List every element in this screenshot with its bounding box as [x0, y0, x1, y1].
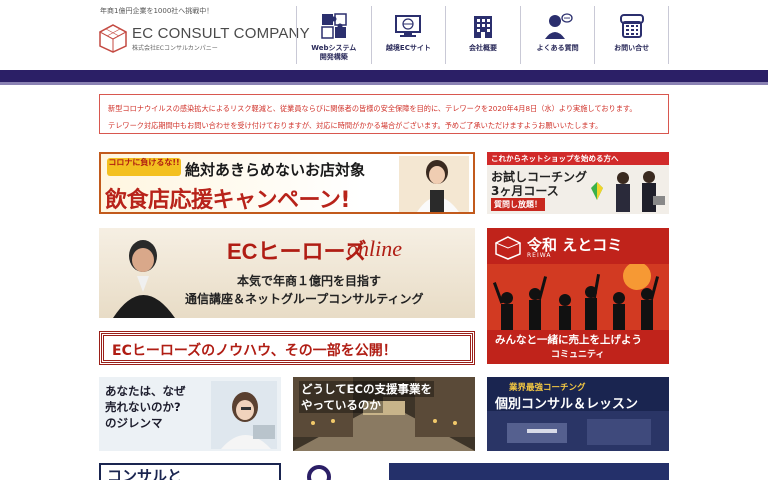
person-question-icon: [543, 12, 573, 40]
reiwa-sub: REIWA: [527, 252, 552, 259]
nav-item-web-system[interactable]: Webシステム 開発構築: [296, 6, 371, 64]
restaurant-line-2: 飲食店応援キャンペーン!: [105, 188, 350, 213]
building-icon: [468, 12, 498, 40]
trial-title-2: 3ヶ月コース: [491, 184, 559, 198]
nav-item-faq[interactable]: よくある質問: [519, 6, 595, 64]
consult-main: 個別コンサル＆レッスン: [495, 397, 639, 412]
bottom-dark-banner[interactable]: [389, 463, 669, 480]
monitor-globe-icon: [393, 12, 423, 40]
bottom-text: コンサルと: [107, 467, 183, 480]
knowhow-text: ECヒーローズのノウハウ、その一部を公開！: [112, 343, 397, 359]
header-tagline: 年商1億円企業を1000社へ挑戦中！: [100, 7, 214, 15]
crowd-silhouette-image: [487, 264, 669, 330]
presenter-image: [113, 240, 175, 318]
site-header: 年商1億円企業を1000社へ挑戦中！ EC CONSULT COMPANY 株式…: [0, 0, 768, 70]
consult-pre: 業界最強コーチング: [509, 383, 586, 393]
meeting-image: [487, 411, 669, 451]
trial-tag: 質問し放題！: [491, 198, 545, 211]
puzzle-icon: [319, 12, 349, 40]
main-nav: Webシステム 開発構築 越境ECサイト 会社概要 よくある質問 お問い合せ: [296, 6, 669, 64]
reiwa-logo-icon: [495, 236, 521, 260]
logo-subtitle: 株式会社ECコンサルカンパニー: [132, 44, 218, 52]
trial-top-ribbon: これからネットショップを始める方へ: [487, 152, 669, 165]
nav-label: 越境ECサイト: [385, 44, 431, 52]
reiwa-caption-2: コミュニティ: [551, 350, 605, 360]
nav-label: 会社概要: [468, 44, 497, 52]
corona-badge: コロナに負けるな!!: [107, 158, 181, 176]
telework-notice: 新型コロナウイルスの感染拡大によるリスク軽減と、従業員ならびに関係者の皆様の安全…: [99, 94, 669, 134]
consulting-bottom-banner[interactable]: コンサルと: [99, 463, 281, 480]
why-line-1: どうしてECの支援事業を: [299, 381, 434, 397]
business-people-image: [591, 171, 665, 212]
notice-line-1: 新型コロナウイルスの感染拡大によるリスク軽減と、従業員ならびに関係者の皆様の安全…: [108, 104, 637, 113]
nav-label: よくある質問: [536, 44, 579, 52]
knowhow-banner[interactable]: ECヒーローズのノウハウ、その一部を公開！: [99, 331, 475, 365]
phone-icon: [617, 12, 647, 40]
dilemma-line-3: のジレンマ: [105, 416, 163, 430]
individual-consulting-banner[interactable]: 業界最強コーチング 個別コンサル＆レッスン: [487, 377, 669, 451]
circle-graphic: [307, 465, 331, 480]
worried-woman-image: [211, 381, 277, 449]
notice-line-2: テレワーク対応期間中もお問い合わせを受け付けておりますが、対応に時間がかかる場合…: [108, 121, 603, 130]
header-divider-strip: [0, 82, 768, 85]
heroes-sub-1: 本気で年商１億円を目指す: [237, 274, 382, 288]
waitress-image: [399, 156, 469, 212]
why-ec-support-banner[interactable]: どうしてECの支援事業を やっているのか: [293, 377, 475, 451]
dilemma-banner[interactable]: あなたは、なぜ 売れないのか? のジレンマ: [99, 377, 281, 451]
dilemma-line-2: 売れないのか?: [105, 400, 181, 414]
bottom-circle-banner[interactable]: [293, 463, 373, 480]
nav-item-contact[interactable]: お問い合せ: [594, 6, 669, 64]
nav-label: Webシステム 開発構築: [311, 44, 357, 62]
heroes-sub-2: 通信講座＆ネットグループコンサルティング: [185, 292, 424, 306]
why-line-2: やっているのか: [299, 397, 383, 413]
heroes-title: ECヒーローズ: [227, 239, 367, 264]
trial-coaching-banner[interactable]: これからネットショップを始める方へ お試しコーチング 3ヶ月コース 質問し放題！: [487, 152, 669, 214]
reiwa-community-banner[interactable]: 令和 えとコミ REIWA みんなと一緒に売上を上げよう コミュニティ: [487, 228, 669, 364]
heroes-online: online: [347, 236, 402, 261]
nav-label: お問い合せ: [614, 44, 650, 52]
ec-heroes-online-banner[interactable]: ECヒーローズ online 本気で年商１億円を目指す 通信講座＆ネットグループ…: [99, 228, 475, 318]
restaurant-line-1: 絶対あきらめないお店対象: [185, 161, 366, 179]
logo-cube-icon: [98, 23, 128, 53]
header-divider-bar: [0, 70, 768, 82]
dilemma-line-1: あなたは、なぜ: [105, 384, 186, 398]
site-logo[interactable]: EC CONSULT COMPANY 株式会社ECコンサルカンパニー: [98, 20, 310, 56]
logo-title: EC CONSULT COMPANY: [132, 24, 310, 42]
nav-item-crossborder-ec[interactable]: 越境ECサイト: [370, 6, 446, 64]
restaurant-campaign-banner[interactable]: コロナに負けるな!! 絶対あきらめないお店対象 飲食店応援キャンペーン!: [99, 152, 475, 214]
reiwa-caption-1: みんなと一緒に売上を上げよう: [495, 334, 642, 346]
nav-item-company[interactable]: 会社概要: [445, 6, 520, 64]
